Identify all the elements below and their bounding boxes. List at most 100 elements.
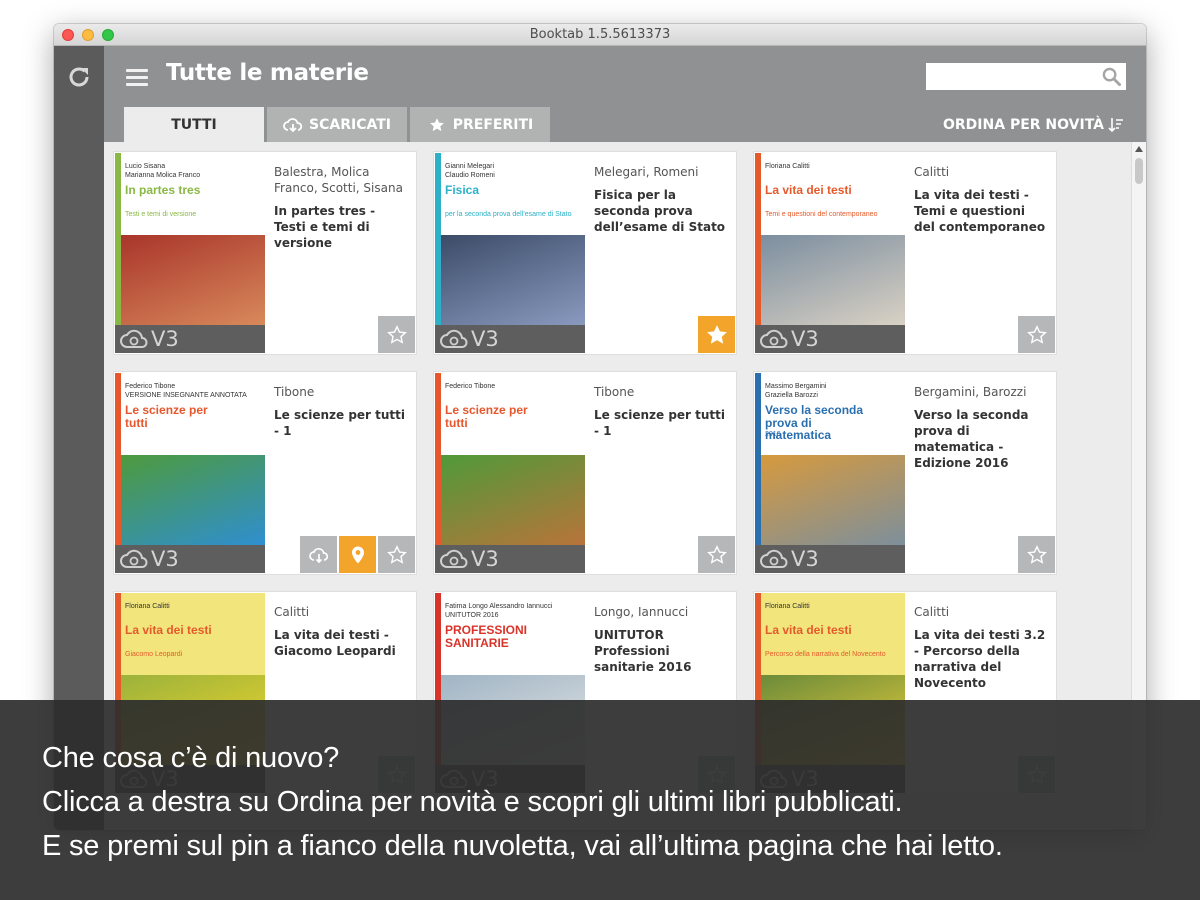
book-card[interactable]: Federico Tibone VERSIONE INSEGNANTE ANNOT… <box>114 372 416 574</box>
page-title: Tutte le materie <box>166 60 369 86</box>
cover-title: La vita dei testi <box>125 623 212 637</box>
book-actions <box>698 536 735 573</box>
tip-line-1: Che cosa c’è di nuovo? <box>42 742 340 774</box>
cover-author-line-2: UNITUTOR 2016 <box>445 612 499 619</box>
star-icon <box>427 117 447 133</box>
book-card[interactable]: Federico Tibone Le scienze per tutti V3 Tib… <box>434 372 736 574</box>
cover-title: Fisica <box>445 183 480 197</box>
tab-preferiti[interactable]: PREFERITI <box>410 107 550 142</box>
cover-version-bar: V3 <box>435 545 585 573</box>
cover-title: In partes tres <box>125 183 201 197</box>
cover-version-bar: V3 <box>755 325 905 353</box>
star-icon <box>386 324 407 345</box>
search-input[interactable] <box>926 63 1096 90</box>
cloud-download-icon <box>308 545 329 565</box>
star-icon <box>1026 324 1047 345</box>
cover-author-line: Lucio Sisana <box>125 163 166 170</box>
book-authors: Longo, Iannucci <box>594 605 689 619</box>
cover-author-line-2: VERSIONE INSEGNANTE ANNOTATA <box>125 392 247 399</box>
tab-label: SCARICATI <box>309 116 391 133</box>
cloud-icon <box>439 329 469 349</box>
book-actions <box>1018 316 1055 353</box>
book-cover[interactable]: Floriana Calitti La vita dei testi Temi e … <box>755 153 905 353</box>
star-icon <box>1026 544 1047 565</box>
book-card[interactable]: Lucio Sisana Marianna Molica Franco In par… <box>114 152 416 354</box>
favorite-button[interactable] <box>1018 316 1055 353</box>
cover-subtitle: per la seconda prova dell’esame di Stato <box>445 211 572 218</box>
close-window-button[interactable] <box>62 29 74 41</box>
book-cover[interactable]: Gianni Melegari Claudio Romeni Fisica per l… <box>435 153 585 353</box>
book-cover[interactable]: Federico Tibone VERSIONE INSEGNANTE ANNOT… <box>115 373 265 573</box>
zoom-window-button[interactable] <box>102 29 114 41</box>
book-title[interactable]: La vita dei testi 3.2 - Percorso della n… <box>914 627 1050 691</box>
cover-author-line: Gianni Melegari <box>445 163 495 170</box>
tab-bar: TUTTI SCARICATI PREFERITI <box>124 107 550 142</box>
window-title: Booktab 1.5.5613373 <box>529 27 671 42</box>
hamburger-menu-icon[interactable] <box>126 69 148 87</box>
book-card[interactable]: Massimo Bergamini Graziella Barozzi Verso … <box>754 372 1056 574</box>
cover-author-line: Floriana Calitti <box>765 163 810 170</box>
book-card[interactable]: Floriana Calitti La vita dei testi Temi e … <box>754 152 1056 354</box>
cover-illustration <box>115 455 265 545</box>
book-actions <box>698 316 735 353</box>
star-icon <box>706 544 727 565</box>
scroll-up-arrow[interactable] <box>1135 146 1143 152</box>
book-title[interactable]: Le scienze per tutti - 1 <box>274 407 410 439</box>
favorite-button[interactable] <box>698 316 735 353</box>
favorite-button[interactable] <box>1018 536 1055 573</box>
tab-scaricati[interactable]: SCARICATI <box>267 107 407 142</box>
last-page-pin-button[interactable] <box>339 536 376 573</box>
refresh-icon[interactable] <box>66 64 92 90</box>
favorite-button[interactable] <box>378 316 415 353</box>
book-grid: Lucio Sisana Marianna Molica Franco In par… <box>114 152 1056 794</box>
book-actions <box>300 536 415 573</box>
book-cover[interactable]: Massimo Bergamini Graziella Barozzi Verso … <box>755 373 905 573</box>
download-button[interactable] <box>300 536 337 573</box>
book-title[interactable]: In partes tres - Testi e temi di version… <box>274 203 410 251</box>
version-label: V3 <box>151 327 179 351</box>
book-title[interactable]: Verso la seconda prova di matematica - E… <box>914 407 1050 471</box>
version-label: V3 <box>151 547 179 571</box>
pin-icon <box>348 545 368 565</box>
book-actions <box>378 316 415 353</box>
book-cover[interactable]: Lucio Sisana Marianna Molica Franco In par… <box>115 153 265 353</box>
star-icon <box>386 544 407 565</box>
cover-version-bar: V3 <box>435 325 585 353</box>
tab-label: PREFERITI <box>452 116 534 133</box>
cover-author-line: Massimo Bergamini <box>765 383 827 390</box>
sort-label: ORDINA PER NOVITÀ <box>943 117 1104 133</box>
version-label: V3 <box>791 547 819 571</box>
book-authors: Calitti <box>914 605 950 619</box>
favorite-button[interactable] <box>698 536 735 573</box>
search-box[interactable] <box>926 63 1126 90</box>
book-title[interactable]: La vita dei testi - Giacomo Leopardi <box>274 627 410 659</box>
book-title[interactable]: Le scienze per tutti - 1 <box>594 407 730 439</box>
book-authors: Melegari, Romeni <box>594 165 699 179</box>
book-title[interactable]: La vita dei testi - Temi e questioni del… <box>914 187 1050 235</box>
search-icon[interactable] <box>1102 67 1121 86</box>
book-authors: Tibone <box>274 385 315 399</box>
favorite-button[interactable] <box>378 536 415 573</box>
cover-accent-strip <box>115 373 121 545</box>
cover-accent-strip <box>755 153 761 325</box>
cloud-icon <box>759 329 789 349</box>
cloud-icon <box>119 549 149 569</box>
book-title[interactable]: UNITUTOR Professioni sanitarie 2016 <box>594 627 730 675</box>
book-authors: Balestra, Molica Franco, Scotti, Sisana <box>274 165 403 195</box>
book-title[interactable]: Fisica per la seconda prova dell’esame d… <box>594 187 730 235</box>
title-bar: Booktab 1.5.5613373 <box>54 24 1146 46</box>
scroll-thumb[interactable] <box>1135 158 1143 184</box>
cover-subtitle: Testi e temi di versione <box>125 211 197 218</box>
book-card[interactable]: Gianni Melegari Claudio Romeni Fisica per l… <box>434 152 736 354</box>
tip-line-3: E se premi sul pin a fianco della nuvole… <box>42 830 1003 862</box>
cover-author-line-2: Marianna Molica Franco <box>125 172 201 179</box>
tab-label: TUTTI <box>171 116 217 133</box>
minimize-window-button[interactable] <box>82 29 94 41</box>
cover-author-line: Federico Tibone <box>445 383 496 390</box>
version-label: V3 <box>791 327 819 351</box>
cover-version-bar: V3 <box>115 325 265 353</box>
cover-subtitle: 2016 <box>765 431 781 438</box>
book-cover[interactable]: Federico Tibone Le scienze per tutti V3 <box>435 373 585 573</box>
sort-button[interactable]: ORDINA PER NOVITÀ <box>943 117 1124 133</box>
tab-tutti[interactable]: TUTTI <box>124 107 264 142</box>
